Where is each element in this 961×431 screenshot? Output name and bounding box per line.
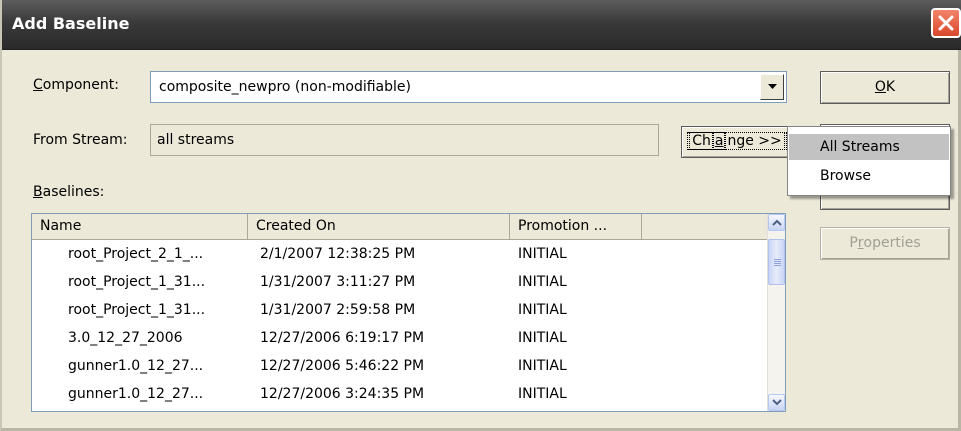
row-name: root_Project_1_31... xyxy=(68,302,206,318)
row-created-on: 2/1/2007 12:38:25 PM xyxy=(260,246,416,262)
table-row[interactable]: gunner1.0_12_27... 12/27/2006 3:24:35 PM… xyxy=(32,381,769,409)
row-promotion: INITIAL xyxy=(518,302,567,318)
menu-item-browse[interactable]: Browse xyxy=(789,163,949,189)
from-stream-field: all streams xyxy=(150,124,659,156)
table-row[interactable]: root_Project_1_31... 1/31/2007 2:59:58 P… xyxy=(32,297,769,325)
change-button-label: Ch a nge >> xyxy=(687,132,787,150)
scroll-down-button[interactable] xyxy=(768,394,785,411)
column-header-name[interactable]: Name xyxy=(32,214,248,240)
properties-button[interactable]: Properties xyxy=(820,227,950,260)
dialog-title: Add Baseline xyxy=(12,14,130,33)
chevron-down-icon xyxy=(768,84,777,89)
chevron-up-icon xyxy=(772,219,782,226)
scroll-up-button[interactable] xyxy=(768,214,785,231)
title-bar[interactable]: Add Baseline xyxy=(2,0,961,50)
add-baseline-dialog: Add Baseline Component: composite_newpro… xyxy=(0,0,961,431)
chevron-down-icon xyxy=(772,399,782,406)
baselines-vertical-scrollbar[interactable] xyxy=(767,214,785,411)
column-header-blank xyxy=(642,214,769,240)
row-name: gunner1.0_12_27... xyxy=(68,386,204,402)
row-created-on: 1/31/2007 3:11:27 PM xyxy=(260,274,416,290)
table-row[interactable]: gunner1.0_12_27... 12/27/2006 5:46:22 PM… xyxy=(32,353,769,381)
component-value: composite_newpro (non-modifiable) xyxy=(159,79,411,95)
row-name: 3.0_12_27_2006 xyxy=(68,330,183,346)
row-created-on: 12/27/2006 3:24:35 PM xyxy=(260,386,425,402)
component-combobox[interactable]: composite_newpro (non-modifiable) xyxy=(150,71,787,103)
column-header-created-on[interactable]: Created On xyxy=(248,214,510,240)
stream-popup-menu: All Streams Browse xyxy=(787,126,951,196)
ok-button[interactable]: OK xyxy=(820,71,950,104)
from-stream-label: From Stream: xyxy=(33,132,128,148)
change-button[interactable]: Ch a nge >> xyxy=(681,126,793,158)
row-promotion: INITIAL xyxy=(518,386,567,402)
table-row[interactable]: root_Project_2_1_... 2/1/2007 12:38:25 P… xyxy=(32,241,769,269)
row-promotion: INITIAL xyxy=(518,358,567,374)
scroll-thumb[interactable] xyxy=(768,239,785,285)
row-promotion: INITIAL xyxy=(518,330,567,346)
column-header-promotion[interactable]: Promotion ... xyxy=(510,214,642,240)
row-name: gunner1.0_12_27... xyxy=(68,358,204,374)
row-created-on: 12/27/2006 5:46:22 PM xyxy=(260,358,425,374)
baselines-header: Name Created On Promotion ... xyxy=(32,214,769,240)
from-stream-value: all streams xyxy=(157,132,235,148)
component-dropdown-button[interactable] xyxy=(760,74,784,100)
table-row[interactable]: 3.0_12_27_2006 12/27/2006 6:19:17 PM INI… xyxy=(32,325,769,353)
row-promotion: INITIAL xyxy=(518,246,567,262)
row-name: root_Project_1_31... xyxy=(68,274,206,290)
close-button[interactable] xyxy=(931,8,961,38)
ok-button-label: OK xyxy=(874,79,896,95)
table-row[interactable]: root_Project_1_31... 1/31/2007 3:11:27 P… xyxy=(32,269,769,297)
close-icon xyxy=(938,15,954,31)
row-promotion: INITIAL xyxy=(518,274,567,290)
component-label: Component: xyxy=(33,77,120,93)
properties-button-label: Properties xyxy=(849,235,921,251)
menu-item-all-streams[interactable]: All Streams xyxy=(789,134,949,160)
row-created-on: 12/27/2006 6:19:17 PM xyxy=(260,330,425,346)
row-created-on: 1/31/2007 2:59:58 PM xyxy=(260,302,416,318)
baselines-label: Baselines: xyxy=(33,184,105,200)
baselines-list[interactable]: Name Created On Promotion ... root_Proje… xyxy=(31,213,786,412)
row-name: root_Project_2_1_... xyxy=(68,246,204,262)
